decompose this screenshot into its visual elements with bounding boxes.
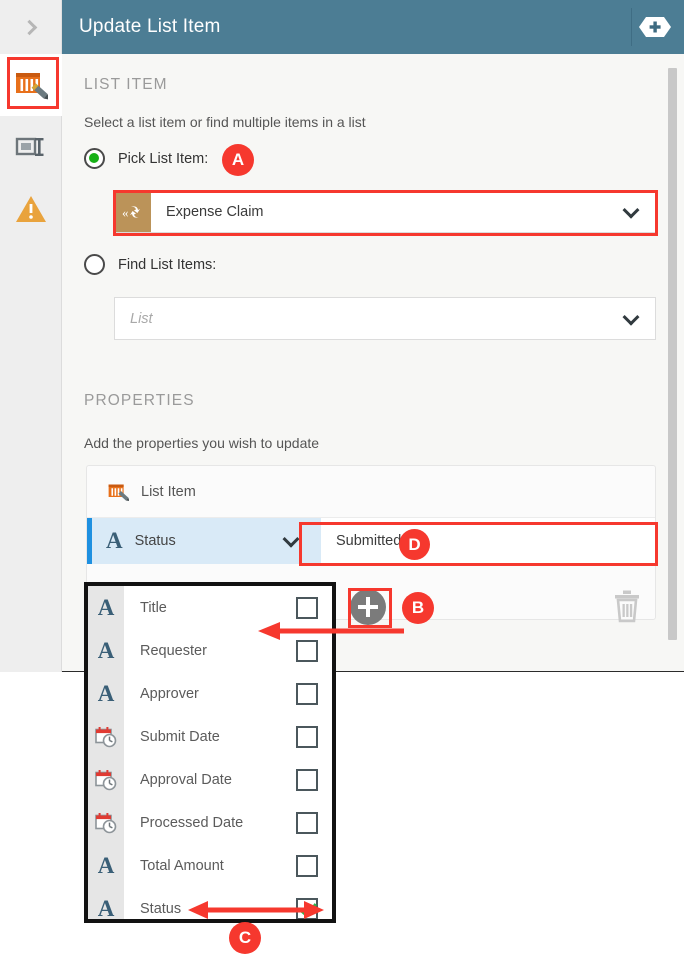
pick-list-item-value: Expense Claim xyxy=(166,204,264,220)
dropdown-option-label: Title xyxy=(140,600,296,616)
pick-list-item-select[interactable]: « Expense Claim xyxy=(114,190,656,233)
text-field-icon: A xyxy=(88,638,124,664)
dropdown-option[interactable]: A Total Amount xyxy=(88,844,332,887)
property-key-label: Status xyxy=(135,533,176,549)
list-edit-icon xyxy=(14,69,48,101)
find-list-items-placeholder: List xyxy=(130,311,153,327)
text-field-icon: A xyxy=(88,896,124,922)
sidebar-item-variables[interactable] xyxy=(0,116,62,178)
dropdown-option-checkbox[interactable] xyxy=(296,597,318,619)
find-list-items-radio[interactable] xyxy=(84,254,105,275)
workflow-variable-icon: « xyxy=(115,191,151,232)
find-list-items-select[interactable]: List xyxy=(114,297,656,340)
add-hex-icon[interactable] xyxy=(638,15,672,39)
svg-text:«: « xyxy=(122,205,129,220)
property-value-input[interactable]: Submitted xyxy=(321,518,655,564)
dropdown-option-label: Requester xyxy=(140,643,296,659)
text-field-icon: A xyxy=(88,681,124,707)
properties-card-header-label: List Item xyxy=(141,484,196,500)
find-list-items-radio-row[interactable]: Find List Items: xyxy=(84,254,216,275)
trash-icon xyxy=(612,589,642,623)
properties-card-header: List Item xyxy=(87,466,655,518)
chevron-down-icon xyxy=(623,201,640,218)
annotation-arrow-b xyxy=(256,618,406,644)
window-header: Update List Item xyxy=(62,0,684,54)
list-item-section-subtitle: Select a list item or find multiple item… xyxy=(84,114,366,130)
chevron-right-icon xyxy=(21,19,37,35)
dropdown-option-checkbox[interactable] xyxy=(296,855,318,877)
tool-rail xyxy=(0,54,62,672)
callout-marker-d: D xyxy=(399,529,430,560)
panel-scrollbar[interactable] xyxy=(670,60,681,660)
dropdown-option-checkbox[interactable] xyxy=(296,812,318,834)
pick-list-item-radio-row[interactable]: Pick List Item: xyxy=(84,148,208,169)
list-item-section-title: LIST ITEM xyxy=(84,76,168,94)
dropdown-option[interactable]: Processed Date xyxy=(88,801,332,844)
text-field-icon: A xyxy=(88,595,124,621)
annotation-arrow-c xyxy=(186,897,326,923)
property-key-select[interactable]: A Status xyxy=(87,518,321,564)
callout-marker-a: A xyxy=(222,144,254,176)
dropdown-option-label: Submit Date xyxy=(140,729,296,745)
dropdown-option-label: Approver xyxy=(140,686,296,702)
main-panel: LIST ITEM Select a list item or find mul… xyxy=(62,54,684,672)
pick-list-item-label: Pick List Item: xyxy=(118,151,208,167)
chevron-down-icon xyxy=(623,308,640,325)
dropdown-option-label: Total Amount xyxy=(140,858,296,874)
dropdown-option-checkbox[interactable] xyxy=(296,726,318,748)
app-root: Update List Item xyxy=(0,0,684,954)
warning-triangle-icon xyxy=(15,194,47,224)
callout-marker-c: C xyxy=(229,922,261,954)
dropdown-option[interactable]: Approval Date xyxy=(88,758,332,801)
dropdown-option-checkbox[interactable] xyxy=(296,769,318,791)
properties-section-title: PROPERTIES xyxy=(84,392,195,410)
sidebar-item-update-list-item[interactable] xyxy=(0,54,62,116)
date-time-icon xyxy=(88,726,124,748)
page-title: Update List Item xyxy=(79,16,221,38)
sidebar-item-warnings[interactable] xyxy=(0,178,62,240)
dropdown-option[interactable]: Submit Date xyxy=(88,715,332,758)
text-field-icon: A xyxy=(88,853,124,879)
date-time-icon xyxy=(88,812,124,834)
find-list-items-label: Find List Items: xyxy=(118,257,216,273)
variable-icon xyxy=(15,134,47,160)
panel-scrollbar-thumb[interactable] xyxy=(668,68,677,640)
callout-marker-b: B xyxy=(402,592,434,624)
delete-property-button[interactable] xyxy=(612,589,642,628)
date-time-icon xyxy=(88,769,124,791)
chevron-down-icon xyxy=(283,531,300,548)
text-field-icon: A xyxy=(106,528,123,554)
property-row: A Status Submitted xyxy=(87,518,655,564)
dropdown-option[interactable]: A Approver xyxy=(88,672,332,715)
list-edit-icon xyxy=(107,482,129,502)
collapse-panel-button[interactable] xyxy=(0,0,62,54)
dropdown-option-label: Approval Date xyxy=(140,772,296,788)
pick-list-item-radio[interactable] xyxy=(84,148,105,169)
dropdown-option-checkbox[interactable] xyxy=(296,683,318,705)
dropdown-option-label: Processed Date xyxy=(140,815,296,831)
header-divider xyxy=(631,8,632,46)
properties-section-subtitle: Add the properties you wish to update xyxy=(84,435,319,451)
